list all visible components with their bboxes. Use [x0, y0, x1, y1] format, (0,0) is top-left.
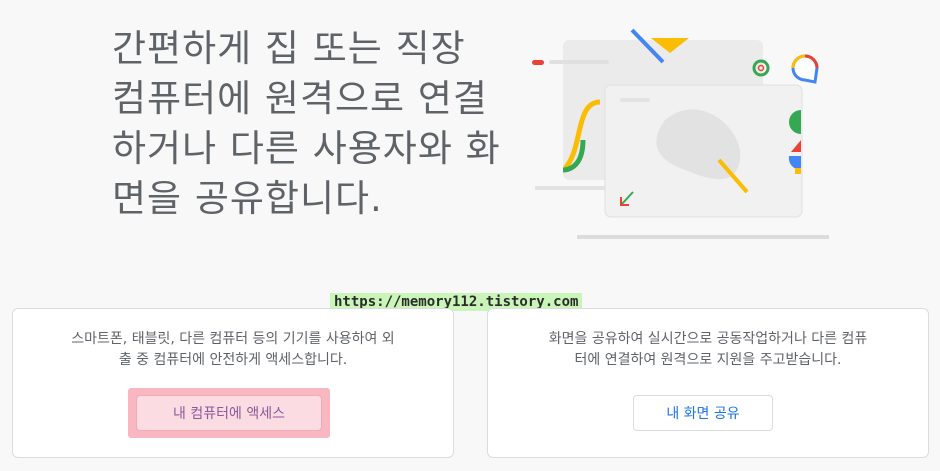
- remote-desktop-illustration: [532, 28, 829, 239]
- access-description: 스마트폰, 태블릿, 다른 컴퓨터 등의 기기를 사용하여 외 출 중 컴퓨터에…: [31, 329, 435, 371]
- access-card: 스마트폰, 태블릿, 다른 컴퓨터 등의 기기를 사용하여 외 출 중 컴퓨터에…: [12, 308, 454, 458]
- hero-title-line-2: 컴퓨터에 원격으로 연결: [112, 77, 488, 120]
- share-desc-line-2: 터에 연결하여 원격으로 지원을 주고받습니다.: [574, 352, 842, 368]
- hero-title-line-1: 간편하게 집 또는 직장: [112, 27, 466, 70]
- access-desc-line-1: 스마트폰, 태블릿, 다른 컴퓨터 등의 기기를 사용하여 외: [71, 331, 395, 347]
- share-description: 화면을 공유하여 실시간으로 공동작업하거나 다른 컴퓨 터에 연결하여 원격으…: [506, 329, 910, 371]
- hero-title-line-3: 하거나 다른 사용자와 화: [112, 127, 501, 170]
- access-my-computer-button[interactable]: 내 컴퓨터에 액세스: [136, 395, 322, 431]
- share-card: 화면을 공유하여 실시간으로 공동작업하거나 다른 컴퓨 터에 연결하여 원격으…: [487, 308, 929, 458]
- share-my-screen-button[interactable]: 내 화면 공유: [633, 395, 773, 431]
- hero-title: 간편하게 집 또는 직장 컴퓨터에 원격으로 연결 하거나 다른 사용자와 화 …: [112, 24, 512, 224]
- hero-title-line-4: 면을 공유합니다.: [112, 177, 383, 220]
- share-desc-line-1: 화면을 공유하여 실시간으로 공동작업하거나 다른 컴퓨: [548, 331, 868, 347]
- access-desc-line-2: 출 중 컴퓨터에 안전하게 액세스합니다.: [118, 352, 348, 368]
